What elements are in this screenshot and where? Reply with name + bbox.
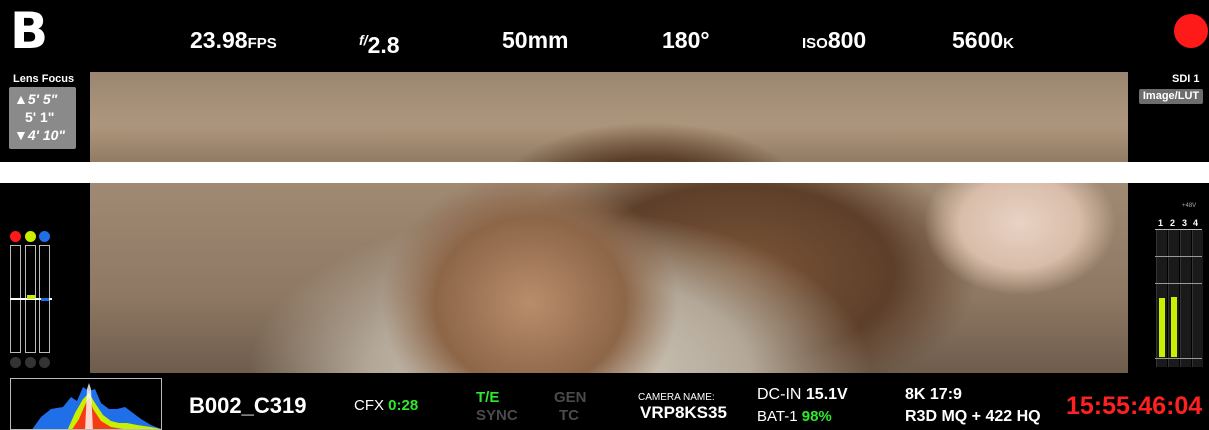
white-balance-value: 5600 xyxy=(952,27,1004,53)
media-time: 0:28 xyxy=(388,397,419,414)
camera-name-label: CAMERA NAME: xyxy=(638,392,715,403)
focal-length[interactable]: 50mm xyxy=(502,26,568,54)
histogram xyxy=(10,378,162,430)
lens-focus-far: ▲5' 5" xyxy=(14,91,58,107)
audio-channel-2-label: 2 xyxy=(1170,218,1176,228)
battery-value: 98% xyxy=(801,408,832,425)
overlay-divider xyxy=(0,162,1209,183)
sync-indicator: SYNC xyxy=(476,407,518,424)
aperture-value: 2.8 xyxy=(367,32,400,58)
gen-indicator: GEN xyxy=(554,389,587,406)
top-status-bar xyxy=(0,0,1209,72)
dc-in-status: DC-IN 15.1V xyxy=(757,386,848,404)
audio-level-1 xyxy=(1159,298,1165,357)
meter-status-dot-icon xyxy=(25,357,36,368)
red-channel-dot-icon xyxy=(10,231,21,242)
frame-rate-unit: FPS xyxy=(247,35,277,52)
camera-name: VRP8KS35 xyxy=(640,403,727,422)
audio-channel-3-label: 3 xyxy=(1182,218,1188,228)
audio-meter-2 xyxy=(1168,230,1179,367)
meter-status-dot-icon xyxy=(39,357,50,368)
iso[interactable]: ISO800 xyxy=(802,26,866,58)
timecode-source: T/E xyxy=(476,389,500,406)
audio-meter-3 xyxy=(1180,230,1191,367)
lens-focus-near: ▼4' 10" xyxy=(14,127,66,143)
iso-value: 800 xyxy=(827,27,867,53)
aperture-prefix: f/ xyxy=(359,32,368,48)
frame-rate[interactable]: 23.98FPS xyxy=(190,26,277,58)
battery-label: BAT-1 xyxy=(757,408,798,425)
sdi-output-label: SDI 1 xyxy=(1172,73,1200,85)
audio-scale-line xyxy=(1155,283,1202,284)
frame-rate-value: 23.98 xyxy=(190,27,248,53)
video-preview-top xyxy=(90,72,1128,162)
audio-meter-4 xyxy=(1192,230,1203,367)
media-status: CFX 0:28 xyxy=(354,397,418,414)
audio-level-2 xyxy=(1171,297,1177,357)
camera-id: B xyxy=(10,2,49,60)
blue-meter-level xyxy=(41,298,49,301)
codec: R3D MQ + 422 HQ xyxy=(905,408,1041,425)
right-side-panel xyxy=(1128,72,1209,162)
audio-channel-4-label: 4 xyxy=(1193,218,1199,228)
battery-status: BAT-1 98% xyxy=(757,408,832,425)
green-channel-dot-icon xyxy=(25,231,36,242)
media-label: CFX xyxy=(354,397,384,414)
resolution: 8K 17:9 xyxy=(905,386,962,403)
timecode: 15:55:46:04 xyxy=(1066,392,1203,420)
green-meter-level xyxy=(27,295,35,299)
dc-in-label: DC-IN xyxy=(757,386,802,403)
audio-scale-line xyxy=(1155,256,1202,257)
record-indicator-icon[interactable] xyxy=(1174,14,1208,48)
iso-prefix: ISO xyxy=(802,35,828,52)
lens-focus-title: Lens Focus xyxy=(13,73,75,85)
phantom-power-label: +48V xyxy=(1182,203,1197,209)
dc-in-value: 15.1V xyxy=(805,386,848,403)
sdi-mode-badge[interactable]: Image/LUT xyxy=(1139,89,1203,104)
audio-meter-1 xyxy=(1156,230,1167,367)
white-balance[interactable]: 5600K xyxy=(952,26,1014,58)
blue-channel-dot-icon xyxy=(39,231,50,242)
meter-status-dot-icon xyxy=(10,357,21,368)
clip-name: B002_C319 xyxy=(189,393,307,418)
white-balance-unit: K xyxy=(1003,35,1015,52)
video-preview-bottom xyxy=(90,183,1128,373)
shutter-angle[interactable]: 180° xyxy=(662,26,710,54)
tc-indicator: TC xyxy=(559,407,579,424)
lens-focus-current: 5' 1" xyxy=(25,109,55,125)
aperture[interactable]: f/2.8 xyxy=(359,26,400,59)
audio-channel-1-label: 1 xyxy=(1158,218,1164,228)
histogram-graph xyxy=(32,383,161,429)
audio-scale-line xyxy=(1155,358,1202,359)
